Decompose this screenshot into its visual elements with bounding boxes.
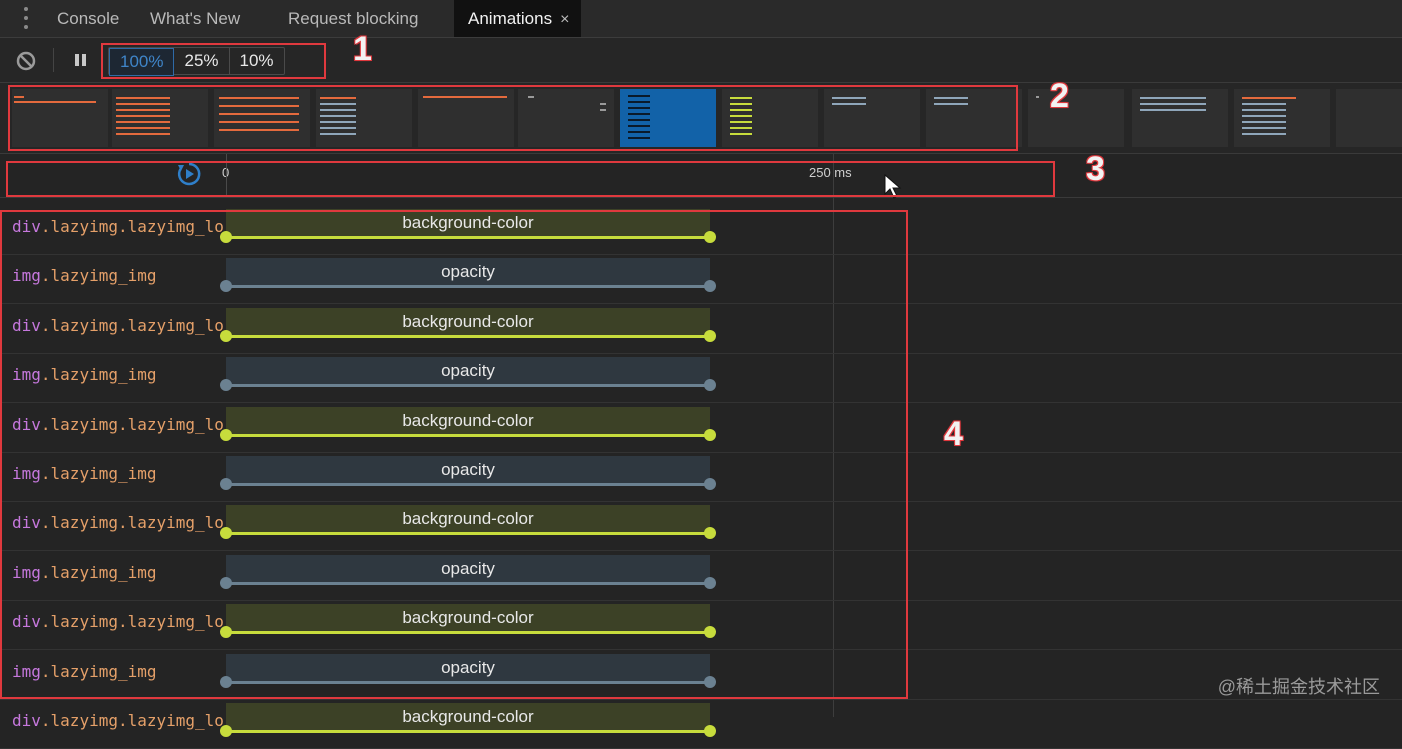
node-class: .lazyimg.lazyimg_lo <box>40 711 224 730</box>
annotation-box-1 <box>101 43 326 79</box>
keyframe-start-handle[interactable] <box>220 725 232 737</box>
animation-row[interactable]: div.lazyimg.lazyimg_lo background-color <box>0 699 1402 749</box>
tab-animations-label: Animations <box>468 9 553 28</box>
more-vertical-icon[interactable] <box>18 7 34 29</box>
clear-block-icon[interactable] <box>15 50 37 77</box>
annotation-box-2 <box>8 85 1018 151</box>
pause-icon[interactable] <box>74 53 88 72</box>
annotation-label-3: 3 <box>1086 150 1105 188</box>
toolbar-divider <box>53 48 54 72</box>
tab-animations[interactable]: Animations × <box>454 0 582 37</box>
tab-whats-new[interactable]: What's New <box>150 0 240 37</box>
animation-preview[interactable] <box>1336 89 1402 147</box>
node-tag: div <box>12 711 41 730</box>
animation-preview[interactable] <box>1028 89 1124 147</box>
annotation-box-4 <box>0 210 908 699</box>
close-icon[interactable]: × <box>560 11 569 28</box>
annotation-label-2: 2 <box>1050 77 1069 115</box>
animation-bar[interactable]: background-color <box>226 703 710 731</box>
node-selector[interactable]: div.lazyimg.lazyimg_lo <box>12 711 226 730</box>
animation-track <box>226 730 710 733</box>
annotation-box-3 <box>6 161 1055 197</box>
animation-preview[interactable] <box>1132 89 1228 147</box>
keyframe-end-handle[interactable] <box>704 725 716 737</box>
tab-console[interactable]: Console <box>57 0 119 37</box>
annotation-label-1: 1 <box>353 30 372 68</box>
watermark: @稀土掘金技术社区 <box>1217 677 1380 697</box>
annotation-label-4: 4 <box>944 415 963 453</box>
animation-preview[interactable] <box>1234 89 1330 147</box>
